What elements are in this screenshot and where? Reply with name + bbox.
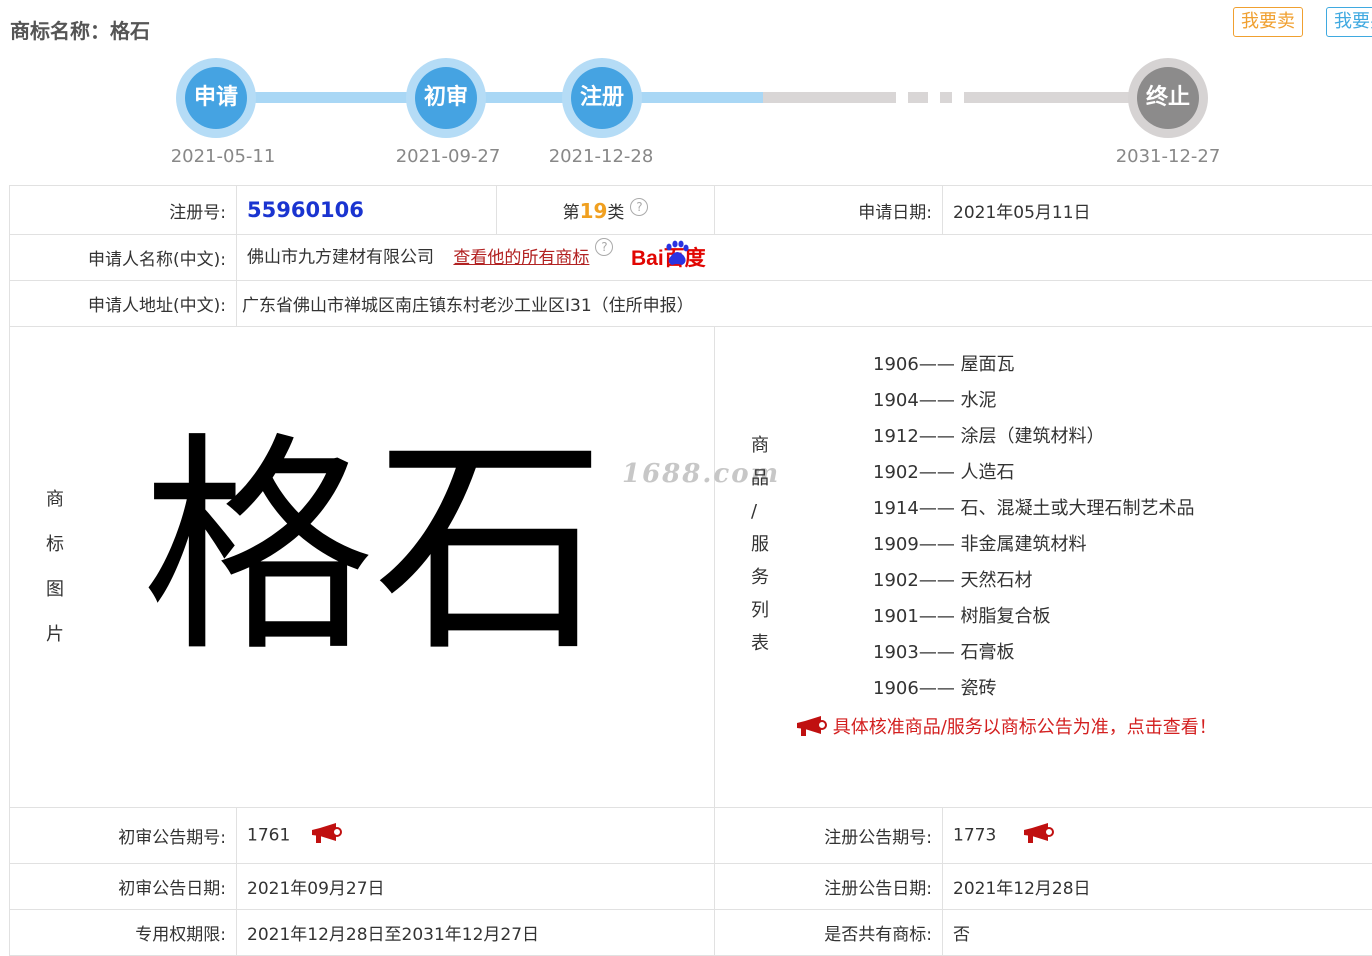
exclusive-label: 专用权期限: <box>10 910 237 956</box>
reg-no: 55960106 <box>247 198 364 222</box>
class-cell: 第19类? <box>497 186 715 235</box>
class-prefix: 第 <box>563 203 580 223</box>
timeline-date: 2021-09-27 <box>396 146 501 167</box>
timeline-date: 2021-05-11 <box>171 146 276 167</box>
prelim-no: 1761 <box>247 826 290 846</box>
megaphone-icon <box>795 715 827 742</box>
timeline-node-apply: 申请 <box>176 58 256 138</box>
progress-track-dash <box>940 92 952 103</box>
reg-ann-date: 2021年12月28日 <box>943 864 1372 910</box>
reg-ann-no-cell: 1773 <box>943 808 1372 864</box>
page-title: 商标名称：格石 <box>10 15 150 44</box>
progress-track-pending <box>964 92 1134 103</box>
list-item: 1902—— 人造石 <box>873 455 1372 491</box>
shared-label: 是否共有商标: <box>715 910 943 956</box>
timeline-date: 2031-12-27 <box>1116 146 1221 167</box>
prelim-date-label: 初审公告日期: <box>10 864 237 910</box>
table-row: 申请人名称(中文): 佛山市九方建材有限公司 查看他的所有商标? Bai百度 <box>10 235 1372 281</box>
table-row: 专用权期限: 2021年12月28日至2031年12月27日 是否共有商标: 否 <box>10 910 1372 956</box>
prelim-no-label: 初审公告期号: <box>10 808 237 864</box>
prelim-no-cell: 1761 <box>237 808 715 864</box>
progress-track-done <box>215 92 763 103</box>
table-row: 商 标 图 片 格石 1688.com 商 品 / 服 务 列 表 <box>10 327 1372 808</box>
applicant-name: 佛山市九方建材有限公司 <box>247 248 434 268</box>
table-row: 初审公告期号: 1761 注册公告期号: 1773 <box>10 808 1372 864</box>
timeline-node-label: 注册 <box>571 67 633 129</box>
trademark-image-label: 商 标 图 片 <box>45 477 65 657</box>
progress-track-pending <box>763 92 896 103</box>
table-row: 初审公告日期: 2021年09月27日 注册公告日期: 2021年12月28日 <box>10 864 1372 910</box>
goods-note-link[interactable]: 具体核准商品/服务以商标公告为准，点击查看！ <box>795 713 1372 742</box>
baidu-search-logo[interactable]: Bai百度 <box>631 238 731 277</box>
reg-ann-no: 1773 <box>953 826 996 846</box>
timeline-node-register: 注册 <box>562 58 642 138</box>
trademark-info-table: 注册号: 55960106 第19类? 申请日期: 2021年05月11日 申请… <box>9 185 1372 956</box>
timeline-date: 2021-12-28 <box>549 146 654 167</box>
timeline-node-label: 初审 <box>415 67 477 129</box>
timeline-node-prelim: 初审 <box>406 58 486 138</box>
timeline-node-label: 终止 <box>1137 67 1199 129</box>
trademark-image: 格石 <box>142 432 606 664</box>
list-item: 1901—— 树脂复合板 <box>873 599 1372 635</box>
timeline-node-label: 申请 <box>185 67 247 129</box>
table-row: 申请人地址(中文): 广东省佛山市禅城区南庄镇东村老沙工业区I31（住所申报） <box>10 281 1372 327</box>
reg-ann-date-label: 注册公告日期: <box>715 864 943 910</box>
list-item: 1906—— 瓷砖 <box>873 671 1372 707</box>
goods-services-cell: 商 品 / 服 务 列 表 1906—— 屋面瓦 1904—— 水泥 1912—… <box>715 327 1372 808</box>
progress-track-dash <box>908 92 928 103</box>
list-item: 1912—— 涂层（建筑材料） <box>873 419 1372 455</box>
class-suffix: 类 <box>607 203 624 223</box>
list-item: 1904—— 水泥 <box>873 383 1372 419</box>
apply-date-label: 申请日期: <box>715 186 943 235</box>
goods-list: 1906—— 屋面瓦 1904—— 水泥 1912—— 涂层（建筑材料） 190… <box>715 327 1372 707</box>
timeline-node-terminate: 终止 <box>1128 58 1208 138</box>
applicant-label: 申请人名称(中文): <box>10 235 237 281</box>
status-timeline: 申请 2021-05-11 初审 2021-09-27 注册 2021-12-2… <box>0 50 1372 175</box>
table-row: 注册号: 55960106 第19类? 申请日期: 2021年05月11日 <box>10 186 1372 235</box>
megaphone-icon[interactable] <box>1022 822 1054 849</box>
help-icon[interactable]: ? <box>630 198 648 216</box>
reg-no-cell: 55960106 <box>237 186 497 235</box>
shared-value: 否 <box>943 910 1372 956</box>
list-item: 1906—— 屋面瓦 <box>873 347 1372 383</box>
list-item: 1903—— 石膏板 <box>873 635 1372 671</box>
prelim-date: 2021年09月27日 <box>237 864 715 910</box>
sell-button[interactable]: 我要卖 <box>1233 7 1303 37</box>
exclusive-period: 2021年12月28日至2031年12月27日 <box>237 910 715 956</box>
megaphone-icon[interactable] <box>310 822 342 849</box>
view-all-trademarks-link[interactable]: 查看他的所有商标 <box>453 248 589 268</box>
applicant-cell: 佛山市九方建材有限公司 查看他的所有商标? Bai百度 <box>237 235 1372 281</box>
reg-no-label: 注册号: <box>10 186 237 235</box>
list-item: 1914—— 石、混凝土或大理石制艺术品 <box>873 491 1372 527</box>
list-item: 1909—— 非金属建筑材料 <box>873 527 1372 563</box>
buy-button[interactable]: 我要买 <box>1326 7 1372 37</box>
apply-date: 2021年05月11日 <box>943 186 1372 235</box>
address-label: 申请人地址(中文): <box>10 281 237 327</box>
goods-services-label: 商 品 / 服 务 列 表 <box>751 429 771 660</box>
trademark-image-cell: 商 标 图 片 格石 1688.com <box>10 327 715 808</box>
address: 广东省佛山市禅城区南庄镇东村老沙工业区I31（住所申报） <box>237 281 1372 327</box>
help-icon[interactable]: ? <box>595 238 613 256</box>
class-number: 19 <box>580 199 608 223</box>
reg-ann-no-label: 注册公告期号: <box>715 808 943 864</box>
list-item: 1902—— 天然石材 <box>873 563 1372 599</box>
